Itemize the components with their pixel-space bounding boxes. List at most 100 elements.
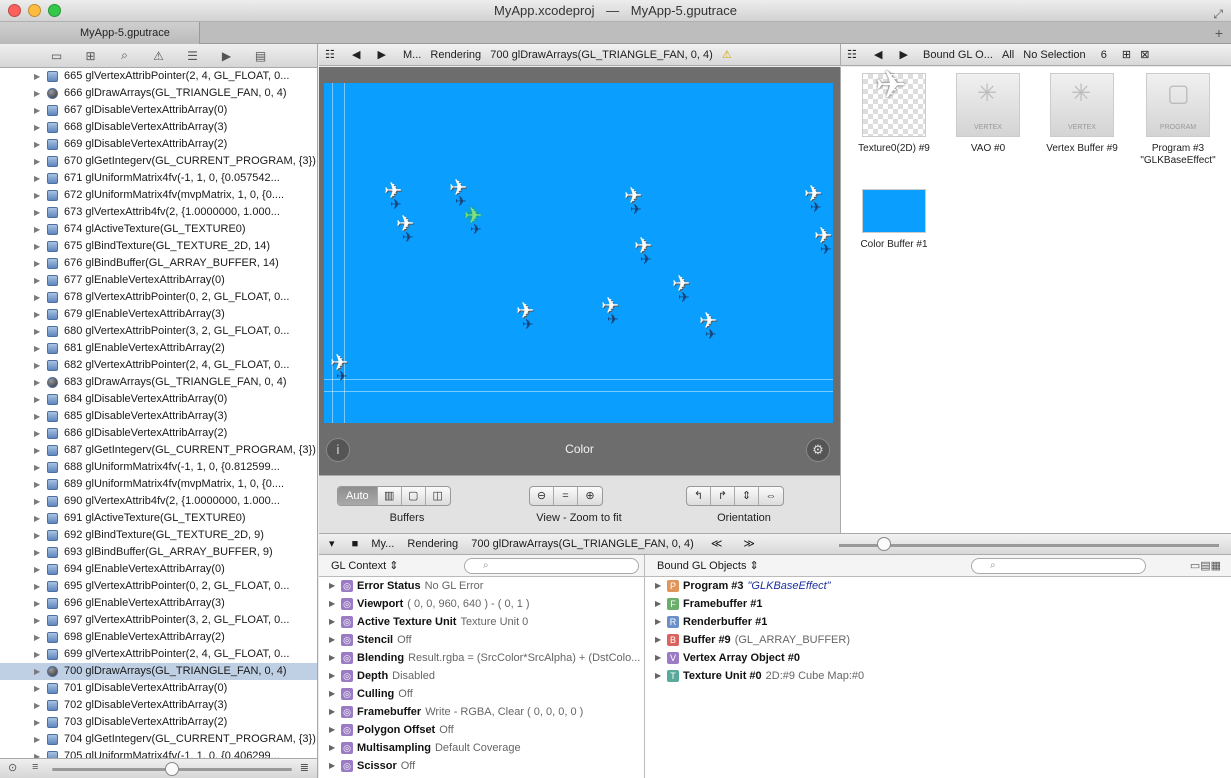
zoom-out-icon[interactable]: ⊖ [530,487,554,505]
disclosure-triangle-icon[interactable]: ▶ [34,153,40,170]
trace-row[interactable]: ▶ 689 glUniformMatrix4fv(mvpMatrix, 1, 0,… [0,476,317,493]
disclosure-triangle-icon[interactable]: ▶ [34,527,40,544]
hide-debug-icon[interactable]: ▾ [329,538,335,550]
color-channels-icon[interactable]: ▥ [378,487,402,505]
disclosure-triangle-icon[interactable]: ▶ [34,221,40,238]
add-editor-icon[interactable]: ⊞ [1122,49,1131,61]
trace-row[interactable]: ▶ 697 glVertexAttribPointer(3, 2, GL_FLOA… [0,612,317,629]
disclosure-triangle-icon[interactable]: ▶ [34,629,40,646]
trace-row[interactable]: ▶ 692 glBindTexture(GL_TEXTURE_2D, 9) [0,527,317,544]
bound-gl-object-row[interactable]: ▶ F Framebuffer #1 [645,595,1231,613]
gl-state-row[interactable]: ▶ ◎ Scissor Off [319,757,644,775]
debug-breadcrumb-project[interactable]: My... [371,538,394,550]
auto-button[interactable]: Auto [338,487,378,505]
disclosure-triangle-icon[interactable]: ▶ [34,374,40,391]
gl-state-row[interactable]: ▶ ◎ Culling Off [319,685,644,703]
trace-row[interactable]: ▶ 679 glEnableVertexAttribArray(3) [0,306,317,323]
bound-gl-object-row[interactable]: ▶ T Texture Unit #0 2D:#9 Cube Map:#0 [645,667,1231,685]
zoom-button[interactable] [48,4,61,17]
disclosure-triangle-icon[interactable]: ▶ [34,561,40,578]
disclosure-triangle-icon[interactable]: ▶ [34,289,40,306]
trace-row[interactable]: ▶ 700 glDrawArrays(GL_TRIANGLE_FAN, 0, 4) [0,663,317,680]
breadcrumb-project[interactable]: M... [403,49,421,61]
previous-call-icon[interactable]: ≪ [711,538,723,550]
disclosure-triangle-icon[interactable]: ▶ [34,391,40,408]
disclosure-triangle-icon[interactable]: ▶ [34,714,40,731]
warning-badge-icon[interactable]: ⚠ [722,49,732,61]
disclosure-triangle-icon[interactable]: ▶ [34,255,40,272]
disclosure-triangle-icon[interactable]: ▶ [329,649,335,667]
trace-row[interactable]: ▶ 683 glDrawArrays(GL_TRIANGLE_FAN, 0, 4) [0,374,317,391]
trace-row[interactable]: ▶ 695 glVertexAttribPointer(0, 2, GL_FLOA… [0,578,317,595]
trace-row[interactable]: ▶ 685 glDisableVertexAttribArray(3) [0,408,317,425]
disclosure-triangle-icon[interactable]: ▶ [34,646,40,663]
disclosure-triangle-icon[interactable]: ▶ [34,476,40,493]
trace-row[interactable]: ▶ 701 glDisableVertexAttribArray(0) [0,680,317,697]
flip-horizontal-icon[interactable]: ⇔ [759,487,783,505]
disclosure-triangle-icon[interactable]: ▶ [34,170,40,187]
gl-state-row[interactable]: ▶ ◎ Viewport( 0, 0, 960, 640 ) - ( 0, 1 ) [319,595,644,613]
trace-row[interactable]: ▶ 682 glVertexAttribPointer(2, 4, GL_FLOA… [0,357,317,374]
bound-gl-object-row[interactable]: ▶ B Buffer #9 (GL_ARRAY_BUFFER) [645,631,1231,649]
detail-slider-knob[interactable] [165,762,179,776]
disclosure-triangle-icon[interactable]: ▶ [34,204,40,221]
debug-breadcrumb-rendering[interactable]: Rendering [407,538,458,550]
disclosure-triangle-icon[interactable]: ▶ [34,442,40,459]
folder-icon[interactable]: ▭ [47,49,67,63]
bound-gl-objects-popup[interactable]: Bound GL Objects ⇕ [657,560,759,572]
disclosure-triangle-icon[interactable]: ▶ [34,187,40,204]
gl-context-search-field[interactable]: ⌕ [464,558,639,574]
bound-object-item[interactable]: ▢ PROGRAM Program #3 "GLKBaseEffect" [1133,73,1223,167]
gl-context-popup[interactable]: GL Context ⇕ [331,560,399,572]
next-call-icon[interactable]: ≫ [743,538,755,550]
trace-row[interactable]: ▶ 705 glUniformMatrix4fv(-1, 1, 0, {0.406… [0,748,317,758]
trace-row[interactable]: ▶ 684 glDisableVertexAttribArray(0) [0,391,317,408]
breadcrumb-no-selection[interactable]: No Selection [1023,49,1085,61]
assistant-back-icon[interactable]: ◀ [874,49,882,61]
breadcrumb-call[interactable]: 700 glDrawArrays(GL_TRIANGLE_FAN, 0, 4) [490,49,713,61]
bound-objects-search-field[interactable]: ⌕ [971,558,1146,574]
hierarchy-icon[interactable]: ⊞ [81,49,101,63]
disclosure-triangle-icon[interactable]: ▶ [34,238,40,255]
trace-row[interactable]: ▶ 667 glDisableVertexAttribArray(0) [0,102,317,119]
close-editor-icon[interactable]: ⊠ [1140,49,1149,61]
disclosure-triangle-icon[interactable]: ▶ [34,731,40,748]
disclosure-triangle-icon[interactable]: ▶ [329,757,335,775]
assistant-related-icon[interactable]: ☷ [847,49,857,61]
bound-object-item[interactable]: ✳ VERTEX Vertex Buffer #9 [1037,73,1127,155]
disclosure-triangle-icon[interactable]: ▶ [655,595,661,613]
trace-row[interactable]: ▶ 686 glDisableVertexAttribArray(2) [0,425,317,442]
gl-state-row[interactable]: ▶ ◎ Depth Disabled [319,667,644,685]
trace-row[interactable]: ▶ 678 glVertexAttribPointer(0, 2, GL_FLOA… [0,289,317,306]
disclosure-triangle-icon[interactable]: ▶ [34,697,40,714]
more-lines-icon[interactable]: ≣ [300,761,309,774]
trace-row[interactable]: ▶ 671 glUniformMatrix4fv(-1, 1, 0, {0.057… [0,170,317,187]
gl-state-row[interactable]: ▶ ◎ Polygon Offset Off [319,721,644,739]
zoom-in-icon[interactable]: ⊕ [578,487,602,505]
disclosure-triangle-icon[interactable]: ▶ [34,748,40,758]
disclosure-triangle-icon[interactable]: ▶ [329,685,335,703]
disclosure-triangle-icon[interactable]: ▶ [34,408,40,425]
trace-row[interactable]: ▶ 694 glEnableVertexAttribArray(0) [0,561,317,578]
trace-row[interactable]: ▶ 691 glActiveTexture(GL_TEXTURE0) [0,510,317,527]
bound-object-item[interactable]: ✈ Texture0(2D) #9 [849,67,939,155]
trace-row[interactable]: ▶ 704 glGetIntegerv(GL_CURRENT_PROGRAM, {… [0,731,317,748]
disclosure-triangle-icon[interactable]: ▶ [34,425,40,442]
disclosure-triangle-icon[interactable]: ▶ [34,340,40,357]
disclosure-triangle-icon[interactable]: ▶ [34,323,40,340]
disclosure-triangle-icon[interactable]: ▶ [34,357,40,374]
rotate-right-icon[interactable]: ↱ [711,487,735,505]
breadcrumb-all[interactable]: All [1002,49,1014,61]
trace-row[interactable]: ▶ 680 glVertexAttribPointer(3, 2, GL_FLOA… [0,323,317,340]
disclosure-triangle-icon[interactable]: ▶ [655,649,661,667]
trace-row[interactable]: ▶ 666 glDrawArrays(GL_TRIANGLE_FAN, 0, 4) [0,85,317,102]
trace-row[interactable]: ▶ 672 glUniformMatrix4fv(mvpMatrix, 1, 0,… [0,187,317,204]
breadcrumb-bound-objects[interactable]: Bound GL O... [923,49,993,61]
flip-vertical-icon[interactable]: ⇕ [735,487,759,505]
bound-gl-object-row[interactable]: ▶ P Program #3 "GLKBaseEffect" [645,577,1231,595]
tab-gputrace[interactable]: MyApp-5.gputrace [0,22,200,44]
trace-row[interactable]: ▶ 687 glGetIntegerv(GL_CURRENT_PROGRAM, {… [0,442,317,459]
gl-state-row[interactable]: ▶ ◎ Blending Result.rgba = (SrcColor*SrcAlp… [319,649,644,667]
gl-state-row[interactable]: ▶ ◎ Error Status No GL Error [319,577,644,595]
disclosure-triangle-icon[interactable]: ▶ [34,136,40,153]
